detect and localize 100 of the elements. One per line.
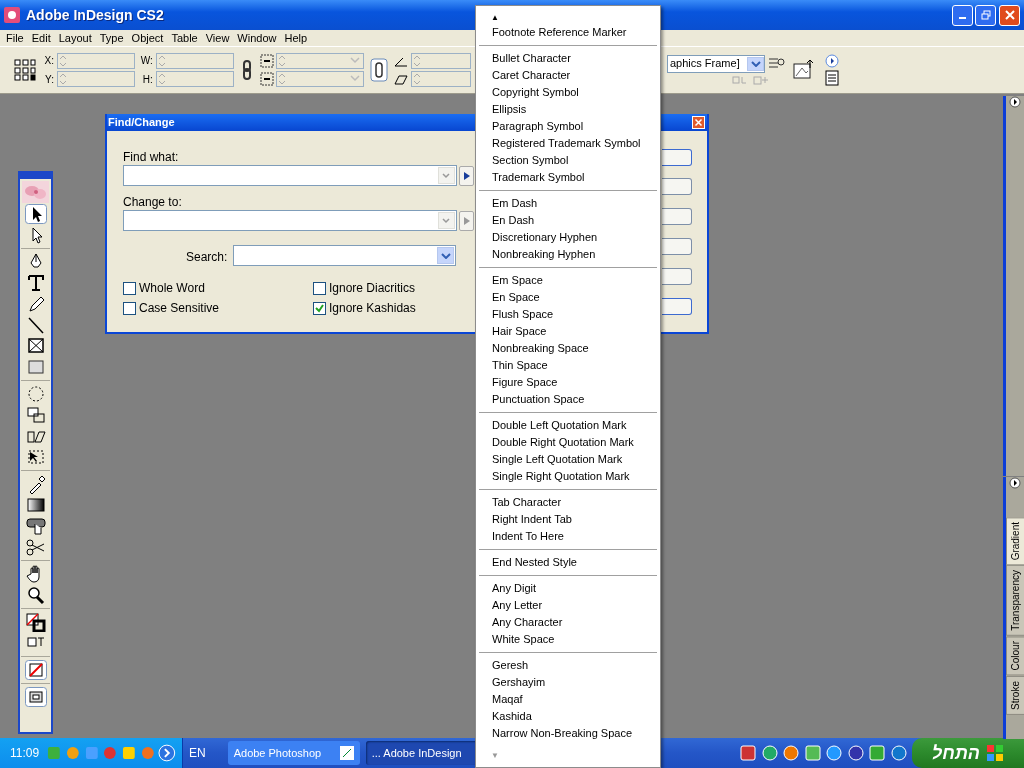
number-field[interactable] xyxy=(155,71,234,88)
play-arrow-icon xyxy=(463,217,470,225)
menu-item[interactable]: En Dash xyxy=(476,212,660,229)
menu-item[interactable]: Punctuation Space xyxy=(476,391,660,408)
menu-item[interactable]: Figure Space xyxy=(476,374,660,391)
menu-item[interactable]: Em Space xyxy=(476,272,660,289)
menu-item[interactable]: Kashida xyxy=(476,708,660,725)
menu-item[interactable]: Any Character xyxy=(476,614,660,631)
button-tool-icon[interactable] xyxy=(24,516,47,536)
menu-item[interactable]: En Space xyxy=(476,289,660,306)
minimize-icon xyxy=(958,17,966,19)
menu-item[interactable]: Narrow Non-Breaking Space xyxy=(476,725,660,742)
selection-tool-icon[interactable] xyxy=(24,204,47,224)
spinner-icon xyxy=(156,53,167,68)
menu-item[interactable]: Copyright Symbol xyxy=(476,84,660,101)
menu-item[interactable]: Paragraph Symbol xyxy=(476,118,660,135)
menu-item[interactable]: Right Indent Tab xyxy=(476,511,660,528)
panel-tab[interactable]: Transparency xyxy=(1005,565,1024,637)
menu-item[interactable]: Nonbreaking Space xyxy=(476,340,660,357)
menu-item[interactable]: Any Digit xyxy=(476,580,660,597)
chevron-icon[interactable] xyxy=(158,744,176,762)
find-what-field[interactable] xyxy=(123,165,457,186)
close-button[interactable] xyxy=(999,4,1020,26)
number-field[interactable] xyxy=(56,52,135,69)
menu-item[interactable]: Registered Trademark Symbol xyxy=(476,135,660,152)
menu-item[interactable]: File xyxy=(2,30,28,46)
menu-item[interactable]: Maqaf xyxy=(476,691,660,708)
checkbox-option[interactable]: Whole Word xyxy=(123,279,205,297)
gradient-tool-icon[interactable] xyxy=(24,495,47,515)
menu-item[interactable]: Layout xyxy=(54,30,96,46)
menu-item[interactable]: View xyxy=(201,30,234,46)
language-indicator[interactable]: EN xyxy=(189,744,206,762)
menu-item[interactable]: Footnote Reference Marker xyxy=(476,24,660,41)
taskbar-button[interactable]: Adobe Photoshop xyxy=(227,741,360,765)
panel-tab[interactable]: Colour xyxy=(1005,636,1024,676)
panel-tab[interactable]: Gradient xyxy=(1005,517,1024,566)
menu-item[interactable]: Edit xyxy=(27,30,55,46)
menu-item[interactable]: Section Symbol xyxy=(476,152,660,169)
menu-item[interactable]: Single Left Quotation Mark xyxy=(476,451,660,468)
fill-stroke-icon[interactable] xyxy=(24,612,47,632)
dialog-button[interactable] xyxy=(662,149,692,166)
special-characters-button[interactable] xyxy=(459,166,474,186)
checkbox-option[interactable]: Ignore Diacritics xyxy=(313,279,416,297)
menu-item[interactable]: Any Letter xyxy=(476,597,660,614)
percent-field[interactable] xyxy=(276,71,365,88)
dialog-button[interactable] xyxy=(662,178,692,195)
scroll-up-arrow[interactable]: ▲ xyxy=(491,12,499,24)
menu-item[interactable]: Flush Space xyxy=(476,306,660,323)
close-icon[interactable] xyxy=(692,116,705,129)
menu-item[interactable]: Hair Space xyxy=(476,323,660,340)
restore-button[interactable] xyxy=(975,4,997,26)
angle-field[interactable] xyxy=(411,71,471,88)
panel-tab[interactable]: Stroke xyxy=(1005,675,1024,715)
field-label: X: xyxy=(43,54,54,69)
menu-item[interactable]: Table xyxy=(167,30,202,46)
menu-item[interactable]: End Nested Style xyxy=(476,554,660,571)
change-to-field[interactable] xyxy=(123,210,457,231)
object-style-dropdown[interactable]: aphics Frame] xyxy=(667,54,765,73)
place-image-icon[interactable] xyxy=(791,58,816,82)
dialog-button[interactable] xyxy=(662,298,692,315)
menu-item[interactable]: Single Right Quotation Mark xyxy=(476,468,660,485)
menu-item[interactable]: Discretionary Hyphen xyxy=(476,229,660,246)
panel-menu-icon[interactable] xyxy=(824,70,839,87)
number-field[interactable] xyxy=(56,71,135,88)
menu-item[interactable]: Help xyxy=(280,30,312,46)
dialog-button[interactable] xyxy=(662,268,692,285)
screen-mode-icon[interactable] xyxy=(24,687,47,707)
menu-item[interactable]: Caret Character xyxy=(476,67,660,84)
search-dropdown[interactable] xyxy=(233,245,456,266)
menu-item[interactable]: Em Dash xyxy=(476,195,660,212)
field-label: W: xyxy=(140,54,153,69)
menu-item[interactable]: Ellipsis xyxy=(476,101,660,118)
menu-item[interactable]: Double Right Quotation Mark xyxy=(476,434,660,451)
menu-item[interactable]: Gershayim xyxy=(476,674,660,691)
dialog-button[interactable] xyxy=(662,208,692,225)
spinner-icon xyxy=(57,72,68,87)
menu-item[interactable]: Window xyxy=(233,30,281,46)
number-field[interactable] xyxy=(155,52,234,69)
percent-field[interactable] xyxy=(276,52,365,69)
menu-item[interactable]: Nonbreaking Hyphen xyxy=(476,246,660,263)
checkbox-option[interactable]: Case Sensitive xyxy=(123,299,220,317)
scale-tool-icon[interactable] xyxy=(24,405,47,425)
menu-item[interactable]: White Space xyxy=(476,631,660,648)
menu-item[interactable]: Double Left Quotation Mark xyxy=(476,417,660,434)
field-label: H: xyxy=(141,72,153,87)
menu-item[interactable]: Bullet Character xyxy=(476,50,660,67)
menu-item[interactable]: Object xyxy=(127,30,168,46)
checkbox-option[interactable]: Ignore Kashidas xyxy=(313,299,416,317)
apply-none-icon[interactable] xyxy=(24,660,47,680)
dialog-button[interactable] xyxy=(662,238,692,255)
scissors-icon[interactable] xyxy=(24,537,47,557)
menu-item[interactable]: Indent To Here xyxy=(476,528,660,545)
minimize-button[interactable] xyxy=(951,4,973,26)
menu-item[interactable]: Type xyxy=(95,30,128,46)
menu-item[interactable]: Thin Space xyxy=(476,357,660,374)
angle-field[interactable] xyxy=(411,52,471,69)
menu-item[interactable]: Tab Character xyxy=(476,494,660,511)
menu-item[interactable]: Geresh xyxy=(476,657,660,674)
menu-item[interactable]: Trademark Symbol xyxy=(476,169,660,186)
start-button[interactable]: התחל xyxy=(912,738,1024,768)
